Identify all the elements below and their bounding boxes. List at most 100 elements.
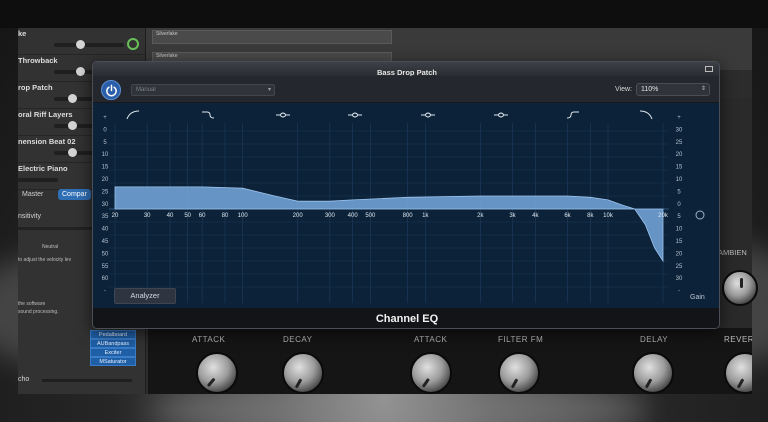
knob-label: ATTACK [414, 335, 448, 344]
audio-region[interactable]: Silverlake [152, 30, 392, 44]
analyzer-button[interactable]: Analyzer [114, 288, 176, 304]
right-db-scale: +30 25 20 15 10 5 0 5 10 15 20 25 30 - [676, 115, 683, 295]
attack-knob[interactable] [196, 352, 238, 394]
eq-title-bar[interactable]: Bass Drop Patch [93, 62, 719, 77]
eq-footer: Channel EQ [93, 308, 719, 328]
db-tick-label: 60 [102, 276, 109, 282]
frequency-tick-label: 1k [422, 213, 429, 219]
frequency-tick-label: 400 [348, 213, 359, 219]
knob-label: ATTACK [192, 335, 226, 344]
db-tick-label: 15 [676, 239, 683, 245]
db-tick-label: 10 [676, 227, 683, 233]
top-border [0, 0, 768, 28]
high-cut-icon[interactable] [639, 110, 653, 120]
frequency-tick-label: 50 [184, 213, 191, 219]
db-tick-label: 0 [103, 127, 107, 133]
tab-compare[interactable]: Compar [58, 189, 91, 200]
db-tick-label: 0 [677, 202, 681, 208]
track-volume-slider[interactable] [54, 43, 124, 47]
ambience-label: AMBIEN [718, 248, 747, 257]
track-name: Throwback [18, 56, 58, 65]
db-tick-label: - [104, 289, 106, 295]
attack-knob[interactable] [410, 352, 452, 394]
db-tick-label: 5 [103, 140, 107, 146]
knob-label: REVER [724, 335, 752, 344]
view-zoom-dropdown[interactable]: 110% ⇕ [636, 83, 710, 96]
frequency-tick-label: 500 [365, 213, 376, 219]
eq-curve-fill[interactable] [114, 186, 664, 263]
knob-label: DECAY [283, 335, 313, 344]
frequency-tick-label: 6k [564, 213, 571, 219]
power-button[interactable] [101, 80, 121, 100]
db-tick-label: 50 [102, 251, 109, 257]
preset-dropdown[interactable]: Manual ▾ [131, 84, 275, 96]
db-tick-label: 20 [102, 177, 109, 183]
screenshot-root: ke Throwback rop Patch oral Riff Layers [0, 0, 768, 422]
synth-controls: ATTACK DECAY ATTACK FILTER FM DELAY REVE… [148, 328, 752, 394]
knob-label: FILTER FM [498, 335, 544, 344]
band-icons-row [126, 110, 653, 120]
peak-band-icon[interactable] [276, 112, 290, 118]
slider-thumb[interactable] [68, 121, 77, 130]
slider-thumb[interactable] [76, 67, 85, 76]
db-tick-label: 10 [102, 152, 109, 158]
tab-master[interactable]: Master [18, 189, 47, 200]
db-tick-label: 35 [102, 214, 109, 220]
decay-knob[interactable] [282, 352, 324, 394]
peak-band-icon[interactable] [494, 112, 508, 118]
reverb-knob[interactable] [724, 352, 752, 394]
track-name: Electric Piano [18, 164, 68, 173]
frequency-axis-labels: 20 30 40 50 60 80 100 200 300 400 500 800 1k 2k 3k 4k 6k… [112, 213, 669, 219]
db-tick-label: 15 [676, 165, 683, 171]
slider-thumb[interactable] [68, 148, 77, 157]
db-tick-label: 5 [677, 189, 681, 195]
delay-knob[interactable] [632, 352, 674, 394]
db-tick-label: + [103, 115, 107, 121]
track-row[interactable]: ke [18, 28, 146, 55]
echo-label: cho [18, 376, 30, 383]
frequency-tick-label: 40 [167, 213, 174, 219]
peak-band-icon[interactable] [421, 112, 435, 118]
slider-thumb[interactable] [68, 94, 77, 103]
track-name: oral Riff Layers [18, 110, 73, 119]
window-resize-icon[interactable] [705, 66, 713, 72]
knob-label: DELAY [640, 335, 669, 344]
preset-value: Manual [136, 87, 156, 93]
power-icon[interactable] [127, 38, 139, 50]
view-zoom-value: 110% [641, 86, 659, 93]
frequency-tick-label: 2k [477, 213, 484, 219]
eq-graph[interactable]: 20 30 40 50 60 80 100 200 300 400 500 800 1k 2k 3k 4k 6k… [93, 103, 720, 308]
track-name: nension Beat 02 [18, 137, 76, 146]
peak-band-icon[interactable] [348, 112, 362, 118]
filter-fm-knob[interactable] [498, 352, 540, 394]
gain-label: Gain [690, 294, 705, 301]
db-tick-label: 25 [676, 264, 683, 270]
gain-link-icon[interactable] [695, 210, 705, 220]
db-tick-label: 10 [676, 177, 683, 183]
chevron-down-icon: ▾ [267, 87, 271, 93]
plugin-slot[interactable]: Pedalboard [90, 330, 136, 339]
db-tick-label: 30 [676, 276, 683, 282]
plugin-name: Channel EQ [375, 313, 439, 325]
frequency-tick-label: 8k [587, 213, 594, 219]
db-tick-label: 15 [102, 165, 109, 171]
track-volume-slider[interactable] [18, 178, 58, 182]
high-shelf-icon[interactable] [566, 111, 579, 119]
frequency-tick-label: 60 [199, 213, 206, 219]
plugin-slot[interactable]: Exciter [90, 348, 136, 357]
software-help-text: sound processing. [18, 309, 59, 315]
low-cut-icon[interactable] [126, 110, 140, 120]
plugin-slot[interactable]: MSaturator [90, 357, 136, 366]
ambience-knob[interactable] [722, 270, 758, 306]
echo-slider[interactable] [42, 379, 132, 382]
frequency-tick-label: 3k [509, 213, 516, 219]
chevron-updown-icon: ⇕ [700, 86, 706, 92]
low-shelf-icon[interactable] [202, 111, 215, 119]
track-name: ke [18, 29, 27, 38]
track-name: rop Patch [18, 83, 53, 92]
frequency-tick-label: 80 [222, 213, 229, 219]
plugin-slot[interactable]: AUBandpass [90, 339, 136, 348]
db-tick-label: 40 [102, 227, 109, 233]
view-label: View: [615, 86, 632, 93]
slider-thumb[interactable] [76, 40, 85, 49]
